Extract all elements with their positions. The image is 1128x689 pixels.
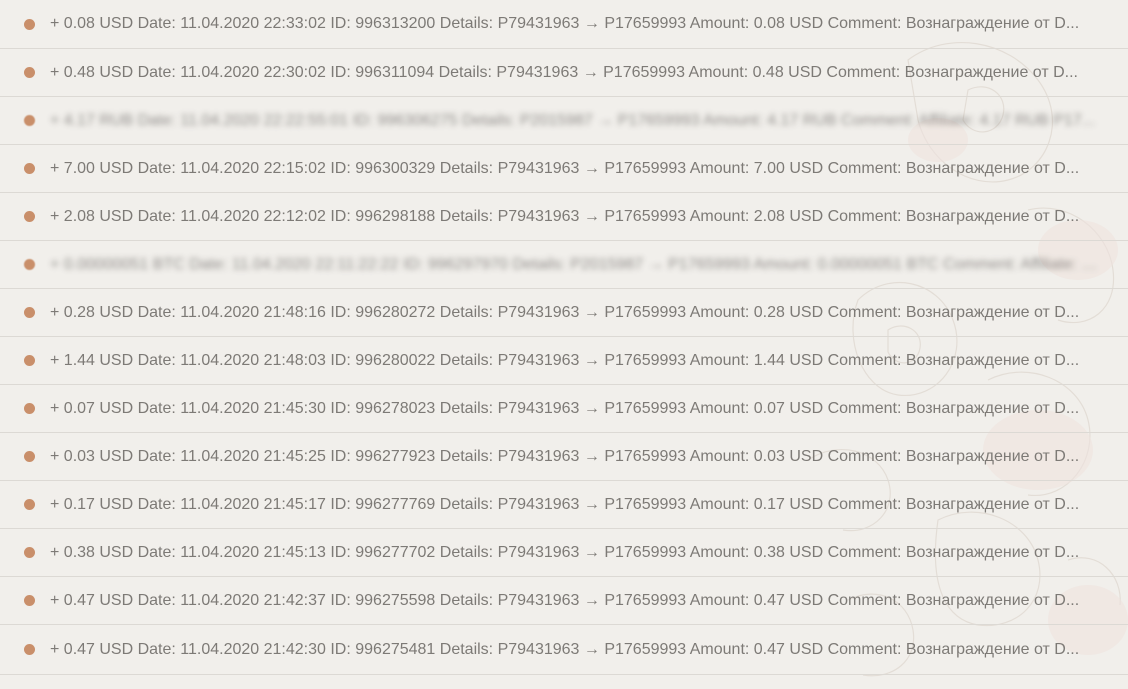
transaction-summary: + 0.47 USD Date: 11.04.2020 21:42:37 ID:… xyxy=(50,591,1080,609)
transaction-row[interactable]: + 0.08 USD Date: 11.04.2020 22:33:02 ID:… xyxy=(0,0,1128,49)
transaction-row[interactable]: + 4.17 RUB Date: 11.04.2020 22:22:55:01 … xyxy=(0,97,1128,145)
bullet-dot-icon xyxy=(24,547,35,558)
bullet-dot-icon xyxy=(24,307,35,318)
bullet-dot-icon xyxy=(24,499,35,510)
bullet-dot-icon xyxy=(24,211,35,222)
bullet-dot-icon xyxy=(24,67,35,78)
transaction-summary: + 0.48 USD Date: 11.04.2020 22:30:02 ID:… xyxy=(50,63,1078,81)
bullet-dot-icon xyxy=(24,163,35,174)
bullet-dot-icon xyxy=(24,259,35,270)
transaction-row[interactable]: + 0.47 USD Date: 11.04.2020 21:42:30 ID:… xyxy=(0,625,1128,675)
transaction-summary: + 1.44 USD Date: 11.04.2020 21:48:03 ID:… xyxy=(50,351,1080,369)
bullet-dot-icon xyxy=(24,403,35,414)
transaction-summary: + 0.03 USD Date: 11.04.2020 21:45:25 ID:… xyxy=(50,447,1080,465)
bullet-dot-icon xyxy=(24,18,35,30)
bullet-dot-icon xyxy=(24,595,35,606)
bullet-dot-icon xyxy=(24,451,35,462)
transaction-summary: + 2.08 USD Date: 11.04.2020 22:12:02 ID:… xyxy=(50,207,1080,225)
transaction-row[interactable]: + 0.48 USD Date: 11.04.2020 22:30:02 ID:… xyxy=(0,49,1128,97)
transaction-row[interactable]: + 0.07 USD Date: 11.04.2020 21:45:30 ID:… xyxy=(0,385,1128,433)
transaction-summary: + 0.28 USD Date: 11.04.2020 21:48:16 ID:… xyxy=(50,303,1080,321)
transaction-row[interactable]: + 0.28 USD Date: 11.04.2020 21:48:16 ID:… xyxy=(0,289,1128,337)
transaction-summary: + 0.17 USD Date: 11.04.2020 21:45:17 ID:… xyxy=(50,495,1080,513)
bullet-dot-icon xyxy=(24,355,35,366)
transaction-row[interactable]: + 2.08 USD Date: 11.04.2020 22:12:02 ID:… xyxy=(0,193,1128,241)
transaction-summary: + 0.08 USD Date: 11.04.2020 22:33:02 ID:… xyxy=(50,15,1080,32)
transaction-row[interactable]: + 0.00000051 BTC Date: 11.04.2020 22:11:… xyxy=(0,241,1128,289)
transaction-summary: + 0.00000051 BTC Date: 11.04.2020 22:11:… xyxy=(50,255,1100,273)
transaction-row[interactable]: + 0.38 USD Date: 11.04.2020 21:45:13 ID:… xyxy=(0,529,1128,577)
transaction-row[interactable]: + 0.03 USD Date: 11.04.2020 21:45:25 ID:… xyxy=(0,433,1128,481)
transaction-summary: + 7.00 USD Date: 11.04.2020 22:15:02 ID:… xyxy=(50,159,1080,177)
transaction-summary: + 0.47 USD Date: 11.04.2020 21:42:30 ID:… xyxy=(50,640,1080,658)
transaction-history-list: + 0.08 USD Date: 11.04.2020 22:33:02 ID:… xyxy=(0,0,1128,675)
bullet-dot-icon xyxy=(24,644,35,655)
transaction-row[interactable]: + 0.17 USD Date: 11.04.2020 21:45:17 ID:… xyxy=(0,481,1128,529)
transaction-row[interactable]: + 1.44 USD Date: 11.04.2020 21:48:03 ID:… xyxy=(0,337,1128,385)
bullet-dot-icon xyxy=(24,115,35,126)
transaction-summary: + 0.07 USD Date: 11.04.2020 21:45:30 ID:… xyxy=(50,399,1080,417)
transaction-summary: + 0.38 USD Date: 11.04.2020 21:45:13 ID:… xyxy=(50,543,1080,561)
transaction-row[interactable]: + 7.00 USD Date: 11.04.2020 22:15:02 ID:… xyxy=(0,145,1128,193)
transaction-summary: + 4.17 RUB Date: 11.04.2020 22:22:55:01 … xyxy=(50,111,1095,129)
transaction-row[interactable]: + 0.47 USD Date: 11.04.2020 21:42:37 ID:… xyxy=(0,577,1128,625)
